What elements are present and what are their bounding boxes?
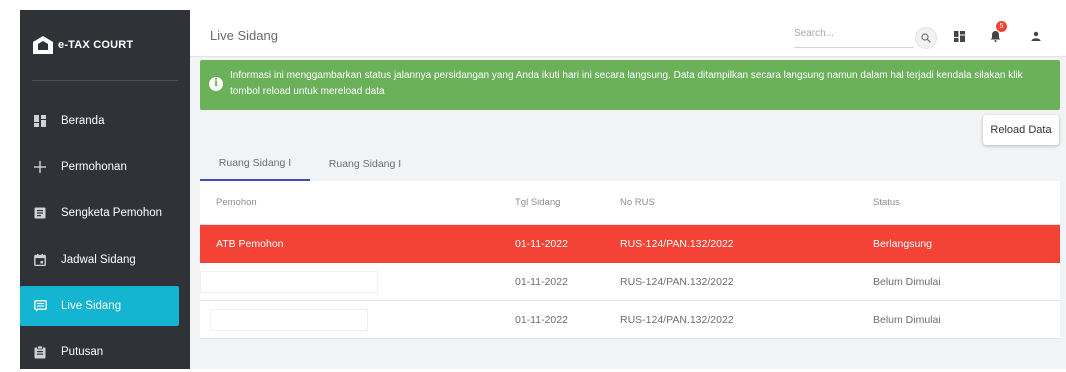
page-title: Live Sidang [210, 28, 278, 43]
alert-text: Informasi ini menggambarkan status jalan… [230, 70, 1023, 97]
info-icon: i [209, 77, 223, 91]
tgl-sidang-cell: 01-11-2022 [515, 313, 568, 326]
chat-icon [33, 299, 47, 313]
sidebar: e-TAX COURT Beranda Permohonan Sengketa … [20, 10, 190, 369]
sidebar-item-jadwal-sidang[interactable]: Jadwal Sidang [20, 240, 190, 280]
sessions-table: Pemohon Tgl Sidang No RUS Status ATB Pem… [200, 181, 1060, 339]
info-alert: i Informasi ini menggambarkan status jal… [200, 60, 1060, 110]
reload-data-button[interactable]: Reload Data [983, 115, 1059, 145]
dashboard-icon [33, 114, 47, 128]
brand-name: e-TAX COURT [58, 39, 134, 51]
search-icon [921, 33, 931, 43]
sidebar-item-sengketa-pemohon[interactable]: Sengketa Pemohon [20, 193, 190, 233]
sidebar-item-beranda[interactable]: Beranda [20, 101, 190, 141]
app-frame: e-TAX COURT Beranda Permohonan Sengketa … [0, 0, 1066, 369]
sidebar-item-label: Live Sidang [61, 300, 122, 312]
tab-ruang-sidang-1[interactable]: Ruang Sidang I [200, 147, 310, 181]
column-header-tgl-sidang: Tgl Sidang [515, 197, 561, 208]
redacted-block [200, 271, 378, 293]
table-row[interactable]: 01-11-2022 RUS-124/PAN.132/2022 Belum Di… [200, 263, 1060, 301]
sidebar-item-live-sidang[interactable]: Live Sidang [20, 286, 179, 326]
column-header-pemohon: Pemohon [216, 197, 257, 208]
apps-button[interactable] [951, 28, 967, 44]
sidebar-item-label: Permohonan [61, 161, 127, 173]
no-rus-cell: RUS-124/PAN.132/2022 [620, 238, 734, 250]
table-row[interactable]: 01-11-2022 RUS-124/PAN.132/2022 Belum Di… [200, 301, 1060, 339]
sidebar-item-permohonan[interactable]: Permohonan [20, 147, 190, 187]
table-row[interactable]: ATB Pemohon 01-11-2022 RUS-124/PAN.132/2… [200, 225, 1060, 263]
sidebar-item-label: Jadwal Sidang [61, 254, 136, 266]
search-input[interactable]: Search... [794, 26, 914, 48]
redacted-block [210, 309, 368, 331]
pemohon-cell: ATB Pemohon [216, 238, 284, 250]
room-tabs: Ruang Sidang I Ruang Sidang I [200, 147, 1060, 181]
tgl-sidang-cell: 01-11-2022 [515, 238, 568, 250]
sidebar-item-label: Putusan [61, 346, 104, 358]
status-cell: Belum Dimulai [873, 313, 941, 326]
sidebar-item-label: Beranda [61, 115, 105, 127]
notifications-button[interactable]: 5 [987, 21, 1007, 44]
status-cell: Berlangsung [873, 238, 932, 250]
tab-ruang-sidang-2[interactable]: Ruang Sidang I [310, 147, 420, 181]
column-header-no-rus: No RUS [620, 197, 655, 208]
sidebar-item-putusan[interactable]: Putusan [20, 332, 190, 372]
tgl-sidang-cell: 01-11-2022 [515, 275, 568, 288]
app-logo[interactable]: e-TAX COURT [32, 32, 133, 58]
no-rus-cell: RUS-124/PAN.132/2022 [620, 275, 734, 288]
search-button[interactable] [915, 27, 937, 49]
table-header: Pemohon Tgl Sidang No RUS Status [200, 181, 1060, 225]
bell-icon [990, 31, 1000, 42]
sidebar-item-label: Sengketa Pemohon [61, 207, 163, 219]
calendar-icon [33, 253, 47, 267]
document-icon [33, 206, 47, 220]
clipboard-icon [33, 345, 47, 359]
sidebar-divider [32, 80, 178, 81]
notification-badge: 5 [996, 21, 1007, 32]
grid-icon [953, 30, 965, 42]
status-cell: Belum Dimulai [873, 275, 941, 288]
user-icon [1031, 31, 1041, 41]
plus-icon [33, 160, 47, 174]
top-bar: Live Sidang Search... 5 [190, 10, 1066, 57]
logo-icon [33, 36, 53, 54]
column-header-status: Status [873, 197, 900, 208]
no-rus-cell: RUS-124/PAN.132/2022 [620, 313, 734, 326]
user-menu-button[interactable] [1028, 28, 1044, 44]
main-content: Live Sidang Search... 5 i Informasi ini … [190, 10, 1066, 369]
